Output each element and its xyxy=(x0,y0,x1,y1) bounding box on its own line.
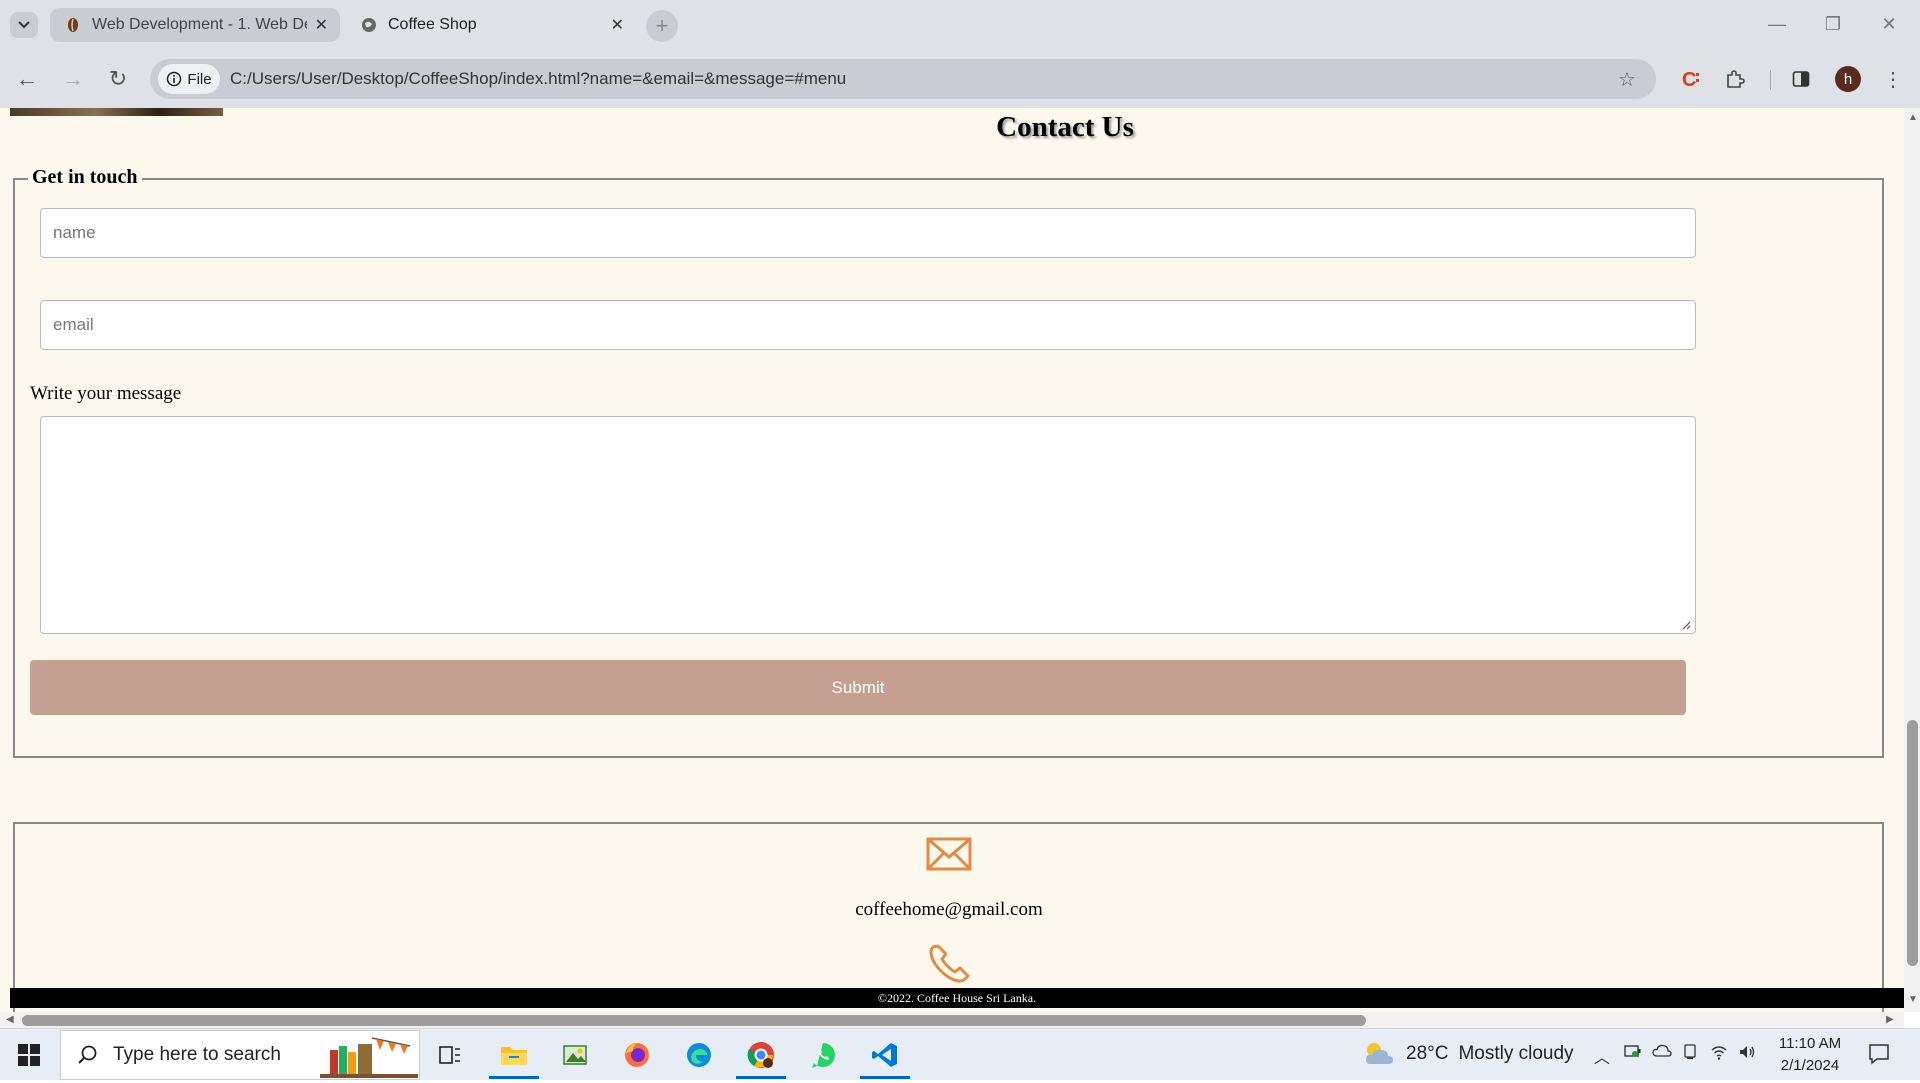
reload-icon[interactable]: ↻ xyxy=(103,64,133,94)
cloudy-weather-icon xyxy=(1366,1043,1393,1064)
new-tab-button[interactable]: + xyxy=(646,10,678,42)
url-text[interactable]: C:/Users/User/Desktop/CoffeeShop/index.h… xyxy=(230,69,846,89)
globe-icon xyxy=(360,16,378,34)
close-window-icon[interactable]: ✕ xyxy=(1866,8,1912,40)
scroll-down-arrow-icon[interactable]: ▼ xyxy=(1908,994,1918,1005)
active-app-indicator xyxy=(860,1076,910,1079)
task-view-icon[interactable] xyxy=(430,1038,470,1072)
forward-arrow-icon[interactable]: → xyxy=(58,64,88,94)
scroll-right-arrow-icon[interactable]: ▶ xyxy=(1886,1014,1894,1025)
close-tab-icon[interactable]: ✕ xyxy=(315,15,328,35)
submit-button[interactable]: Submit xyxy=(30,660,1686,715)
horizontal-scroll-thumb[interactable] xyxy=(22,1015,1366,1026)
page-viewport: Contact Us Get in touch name email Write… xyxy=(0,108,1904,1012)
image-app-icon[interactable] xyxy=(555,1038,595,1072)
file-label: File xyxy=(187,70,212,88)
page-title: Contact Us xyxy=(996,111,1134,143)
message-label: Write your message xyxy=(30,383,182,404)
tab-title: Coffee Shop xyxy=(388,16,477,33)
resize-handle-icon[interactable] xyxy=(1681,620,1691,630)
mail-icon xyxy=(926,837,972,871)
restore-icon[interactable]: ❐ xyxy=(1810,8,1856,40)
clock-date: 2/1/2024 xyxy=(1780,1057,1840,1074)
battery-icon[interactable] xyxy=(1624,1044,1642,1063)
tab-web-development[interactable]: Web Development - 1. Web De ✕ xyxy=(50,8,340,42)
search-placeholder: Type here to search xyxy=(113,1044,281,1065)
notifications-icon[interactable] xyxy=(1868,1043,1890,1070)
extension-c-icon[interactable]: C xyxy=(1676,64,1706,94)
toolbar-divider xyxy=(1770,70,1771,90)
more-menu-icon[interactable]: ⋮ xyxy=(1878,64,1908,94)
vertical-scroll-thumb[interactable] xyxy=(1904,720,1920,966)
show-hidden-icons-chevron-icon[interactable]: ︿ xyxy=(1594,1044,1610,1068)
clock-time: 11:10 AM xyxy=(1778,1035,1842,1052)
phone-icon xyxy=(929,944,970,983)
form-legend: Get in touch xyxy=(28,166,142,189)
tab-title: Web Development - 1. Web De xyxy=(92,16,307,33)
file-explorer-icon[interactable] xyxy=(494,1038,534,1072)
contact-email: coffeehome@gmail.com xyxy=(855,899,1043,920)
weather-temperature: 28°C xyxy=(1406,1043,1449,1064)
minimize-icon[interactable]: — xyxy=(1754,8,1800,40)
puzzle-extensions-icon[interactable] xyxy=(1720,64,1750,94)
active-app-indicator xyxy=(489,1076,539,1079)
footer-copyright: ©2022. Coffee House Sri Lanka. xyxy=(10,988,1904,1008)
scroll-left-arrow-icon[interactable]: ◀ xyxy=(6,1014,14,1025)
svg-text:C: C xyxy=(1682,69,1696,90)
chevron-down-icon xyxy=(18,21,30,29)
bookmark-star-icon[interactable]: ☆ xyxy=(1612,64,1642,94)
email-input[interactable]: email xyxy=(40,300,1696,350)
onedrive-cloud-icon[interactable] xyxy=(1652,1044,1672,1063)
info-icon xyxy=(167,71,182,87)
chrome-icon[interactable] xyxy=(741,1038,781,1072)
whatsapp-icon[interactable] xyxy=(803,1038,843,1072)
search-icon xyxy=(78,1045,97,1064)
side-panel-icon[interactable] xyxy=(1786,64,1816,94)
device-icon[interactable] xyxy=(1682,1044,1698,1065)
message-textarea[interactable] xyxy=(40,416,1696,634)
close-tab-icon[interactable]: ✕ xyxy=(611,15,624,35)
books-widget-icon[interactable] xyxy=(320,1030,418,1078)
edge-icon[interactable] xyxy=(679,1038,719,1072)
coffee-favicon-icon xyxy=(64,16,82,34)
weather-widget[interactable]: 28°C Mostly cloudy xyxy=(1362,1040,1574,1068)
tab-coffee-shop[interactable]: Coffee Shop ✕ xyxy=(346,8,636,42)
vscode-icon[interactable] xyxy=(865,1038,905,1072)
tab-search-button[interactable] xyxy=(10,12,38,38)
volume-icon[interactable] xyxy=(1738,1044,1756,1065)
windows-start-icon[interactable] xyxy=(18,1044,40,1071)
site-info-chip[interactable]: File xyxy=(158,64,220,94)
back-arrow-icon[interactable]: ← xyxy=(12,64,42,94)
firefox-icon[interactable] xyxy=(617,1038,657,1072)
name-input[interactable]: name xyxy=(40,208,1696,258)
scroll-up-arrow-icon[interactable]: ▲ xyxy=(1908,112,1918,123)
wifi-icon[interactable] xyxy=(1710,1044,1728,1065)
active-app-indicator xyxy=(736,1076,786,1079)
profile-avatar[interactable]: h xyxy=(1835,66,1861,92)
weather-description: Mostly cloudy xyxy=(1458,1043,1574,1064)
system-clock[interactable]: 11:10 AM 2/1/2024 xyxy=(1770,1033,1850,1077)
